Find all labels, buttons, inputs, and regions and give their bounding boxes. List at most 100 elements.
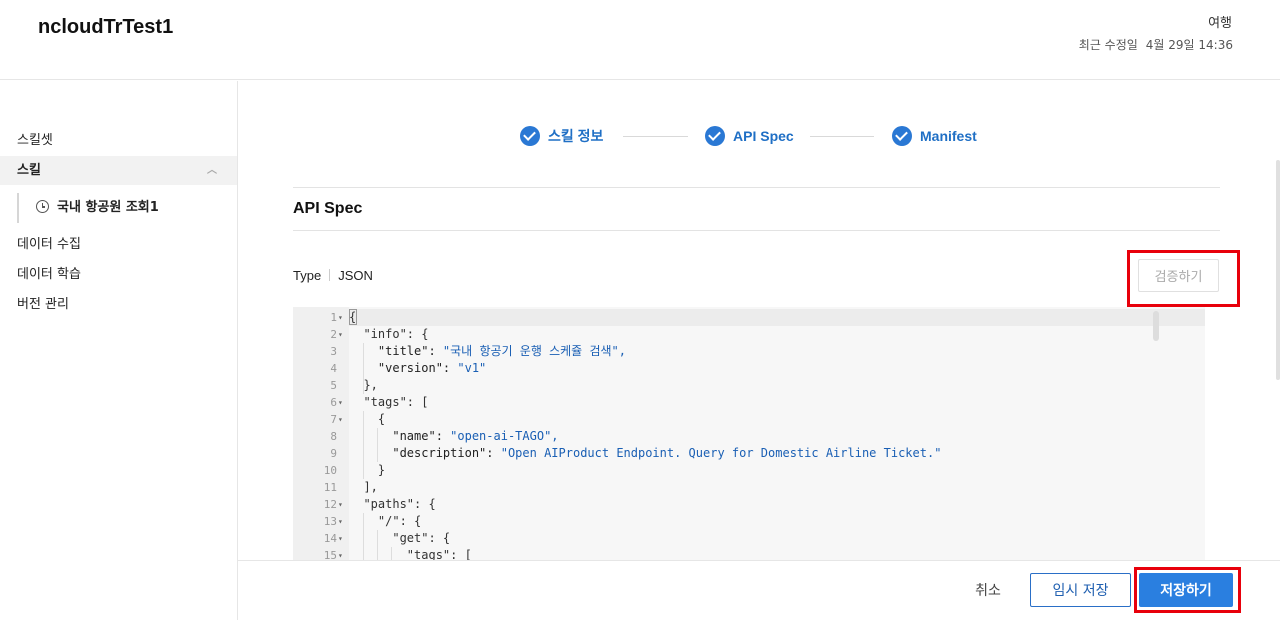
code-text: },: [349, 378, 378, 392]
code-line[interactable]: 8 "name": "open-ai-TAGO",: [293, 428, 1205, 445]
code-line[interactable]: 1 ▾{: [293, 309, 1205, 326]
sidebar-item-skillset[interactable]: 스킬셋: [0, 126, 237, 155]
step-manifest[interactable]: Manifest: [892, 125, 977, 147]
code-line[interactable]: 7 ▾ {: [293, 411, 1205, 428]
line-number: 7: [330, 413, 337, 426]
step-label: API Spec: [733, 128, 794, 144]
code-text: "paths": {: [349, 497, 436, 511]
step-connector: [810, 136, 874, 137]
line-number: 9: [330, 447, 337, 460]
line-number: 14: [323, 532, 337, 545]
check-circle-icon: [520, 126, 540, 146]
save-button[interactable]: 저장하기: [1139, 573, 1233, 607]
step-api-spec[interactable]: API Spec: [705, 125, 794, 147]
fold-toggle-icon[interactable]: ▾: [338, 326, 346, 343]
line-number: 13: [323, 515, 337, 528]
line-number: 1: [330, 311, 337, 324]
code-line[interactable]: 12 ▾ "paths": {: [293, 496, 1205, 513]
fold-toggle-icon[interactable]: ▾: [338, 513, 346, 530]
code-editor[interactable]: 1 ▾{2 ▾ "info": {3 "title": "국내 항공기 운행 스케쥴…: [293, 307, 1205, 560]
type-row: Type JSON: [293, 268, 373, 283]
step-skill-info[interactable]: 스킬 정보: [520, 125, 603, 147]
line-number: 5: [330, 379, 337, 392]
check-circle-icon: [892, 126, 912, 146]
code-line[interactable]: 10 }: [293, 462, 1205, 479]
code-line[interactable]: 9 "description": "Open AIProduct Endpoin…: [293, 445, 1205, 462]
code-text: "/": {: [349, 514, 422, 528]
fold-toggle-icon[interactable]: ▾: [338, 394, 346, 411]
sidebar: 스킬셋 스킬 ︿ 국내 항공원 조회1 데이터 수집 데이터 학습 버전 관리: [0, 81, 238, 620]
type-value: JSON: [338, 268, 373, 283]
line-number: 10: [323, 464, 337, 477]
fold-toggle-icon[interactable]: ▾: [338, 411, 346, 428]
cancel-button[interactable]: 취소: [963, 575, 1013, 605]
validate-button[interactable]: 검증하기: [1138, 259, 1219, 292]
sidebar-item-label: 데이터 수집: [17, 237, 81, 252]
check-circle-icon: [705, 126, 725, 146]
fold-toggle-icon[interactable]: ▾: [338, 309, 346, 326]
code-line[interactable]: 11 ],: [293, 479, 1205, 496]
sidebar-item-data-training[interactable]: 데이터 학습: [0, 260, 237, 289]
sidebar-subitem-skill[interactable]: 국내 항공원 조회1: [17, 193, 237, 223]
code-line[interactable]: 13 ▾ "/": {: [293, 513, 1205, 530]
sidebar-item-label: 버전 관리: [17, 297, 69, 312]
code-line[interactable]: 3 "title": "국내 항공기 운행 스케쥴 검색",: [293, 343, 1205, 360]
category-label: 여행: [1208, 16, 1232, 31]
code-line[interactable]: 14 ▾ "get": {: [293, 530, 1205, 547]
code-text: "info": {: [349, 327, 429, 341]
code-text: {: [349, 310, 357, 324]
top-bar: ncloudTrTest1 여행 최근 수정일 4월 29일 14:36: [0, 0, 1280, 80]
chevron-up-icon[interactable]: ︿: [207, 156, 217, 185]
footer-bar: 취소 임시 저장 저장하기: [238, 560, 1280, 620]
sidebar-item-label: 데이터 학습: [17, 267, 81, 282]
main-content: 스킬 정보 API Spec Manifest API Spec Type JSO…: [238, 81, 1280, 560]
code-text: "description": "Open AIProduct Endpoint.…: [349, 446, 942, 460]
step-label: 스킬 정보: [548, 128, 604, 144]
sidebar-item-skill[interactable]: 스킬 ︿: [0, 156, 237, 185]
line-number: 4: [330, 362, 337, 375]
code-text: "tags": [: [349, 548, 472, 560]
temp-save-button[interactable]: 임시 저장: [1030, 573, 1131, 607]
sidebar-item-label: 스킬셋: [17, 133, 53, 148]
sidebar-item-label: 스킬: [17, 163, 41, 178]
line-number: 11: [323, 481, 337, 494]
sidebar-subitem-label: 국내 항공원 조회1: [57, 200, 159, 215]
code-text: "title": "국내 항공기 운행 스케쥴 검색",: [349, 344, 626, 358]
code-text: ],: [349, 480, 378, 494]
line-number: 2: [330, 328, 337, 341]
last-modified: 최근 수정일 4월 29일 14:36: [1079, 36, 1233, 53]
line-number: 15: [323, 549, 337, 560]
type-label: Type: [293, 268, 322, 283]
code-line[interactable]: 2 ▾ "info": {: [293, 326, 1205, 343]
code-text: {: [349, 412, 386, 426]
code-line[interactable]: 6 ▾ "tags": [: [293, 394, 1205, 411]
line-number: 12: [323, 498, 337, 511]
code-text: "tags": [: [349, 395, 429, 409]
code-text: }: [349, 463, 386, 477]
fold-toggle-icon[interactable]: ▾: [338, 530, 346, 547]
line-number: 3: [330, 345, 337, 358]
editor-scrollbar[interactable]: [1153, 311, 1159, 341]
sidebar-item-version-management[interactable]: 버전 관리: [0, 290, 237, 319]
last-modified-label: 최근 수정일: [1078, 38, 1138, 52]
code-line[interactable]: 15 ▾ "tags": [: [293, 547, 1205, 560]
sidebar-item-data-collection[interactable]: 데이터 수집: [0, 230, 237, 259]
stepper: 스킬 정보 API Spec Manifest: [238, 125, 1280, 149]
step-label: Manifest: [920, 128, 977, 144]
fold-toggle-icon[interactable]: ▾: [338, 496, 346, 513]
code-text: "version": "v1": [349, 361, 487, 375]
divider: [293, 187, 1220, 188]
step-connector: [623, 136, 688, 137]
line-number: 6: [330, 396, 337, 409]
page-title: ncloudTrTest1: [38, 16, 174, 38]
section-title: API Spec: [293, 200, 363, 217]
page-scrollbar[interactable]: [1276, 160, 1280, 380]
code-line[interactable]: 4 "version": "v1": [293, 360, 1205, 377]
code-line[interactable]: 5 },: [293, 377, 1205, 394]
fold-toggle-icon[interactable]: ▾: [338, 547, 346, 560]
separator: [329, 269, 331, 281]
line-number: 8: [330, 430, 337, 443]
code-text: "name": "open-ai-TAGO",: [349, 429, 559, 443]
clock-icon: [36, 200, 49, 213]
code-text: "get": {: [349, 531, 451, 545]
